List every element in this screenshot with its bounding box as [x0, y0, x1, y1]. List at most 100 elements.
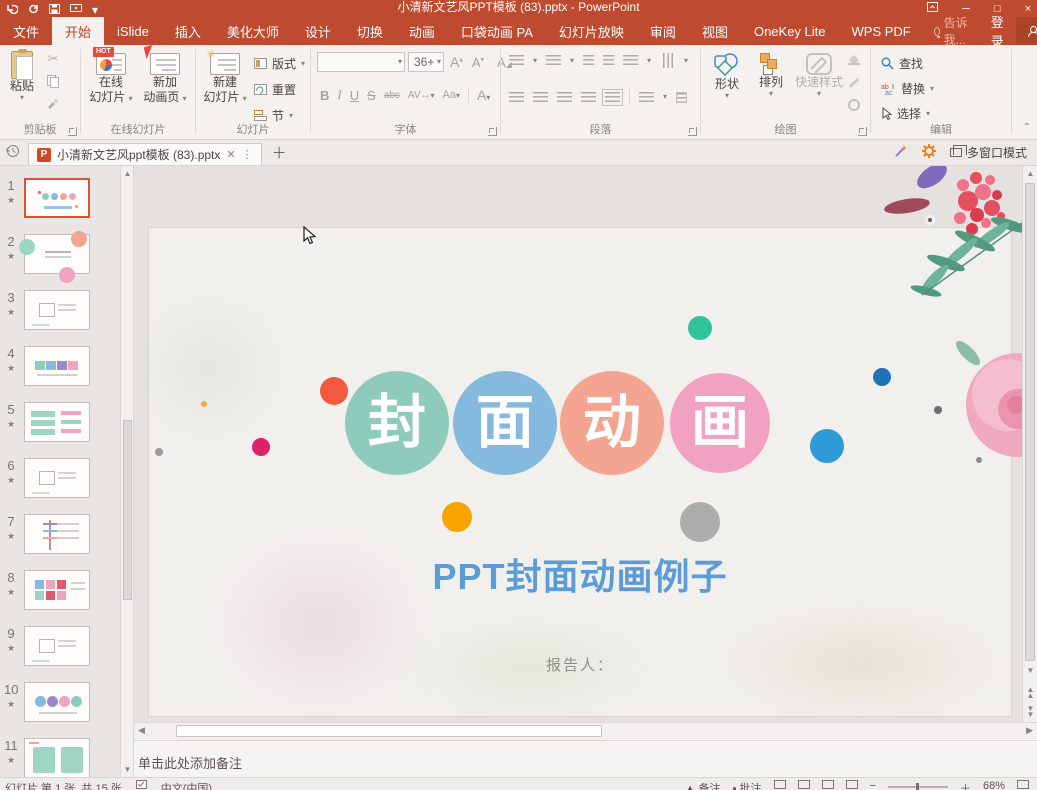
- cover-circle[interactable]: 动: [560, 371, 664, 475]
- slide-thumbnail-4[interactable]: 4★: [0, 346, 120, 394]
- bold-button[interactable]: B: [317, 88, 332, 103]
- zoom-in-icon[interactable]: ＋: [960, 780, 971, 790]
- increase-font-size-icon[interactable]: A▴: [447, 54, 466, 70]
- layout-button[interactable]: 版式▾: [254, 53, 305, 74]
- clipboard-dialog-launcher[interactable]: [68, 127, 77, 136]
- ribbon-tab-transitions[interactable]: 切换: [344, 17, 396, 45]
- find-button[interactable]: 查找: [881, 53, 934, 74]
- notes-toggle[interactable]: ▲ 备注: [685, 780, 721, 790]
- collapse-ribbon-icon[interactable]: ⌃: [1023, 122, 1031, 133]
- slide-thumbnail-2[interactable]: 2★: [0, 234, 120, 282]
- decrease-font-size-icon[interactable]: A▾: [469, 55, 487, 70]
- notes-placeholder[interactable]: 单击此处添加备注: [138, 753, 242, 772]
- reset-button[interactable]: 重置: [254, 79, 305, 100]
- ribbon-tab-view[interactable]: 视图: [689, 17, 741, 45]
- numbering-icon[interactable]: [546, 55, 561, 66]
- horizontal-scrollbar[interactable]: ◀ ▶: [134, 722, 1037, 740]
- font-size-combobox[interactable]: 36+▾: [408, 52, 444, 72]
- scroll-up-icon[interactable]: ▲: [1024, 169, 1037, 178]
- magic-wand-icon[interactable]: [893, 144, 908, 161]
- quick-styles-button[interactable]: 快速样式 ▾: [793, 53, 845, 98]
- italic-button[interactable]: I: [334, 87, 344, 103]
- zoom-level[interactable]: 68%: [983, 780, 1005, 790]
- cover-circle[interactable]: 面: [453, 371, 557, 475]
- thumbnail-preview[interactable]: [24, 570, 90, 610]
- thumbnail-panel-scrollbar[interactable]: ▲ ▼: [120, 166, 134, 777]
- normal-view-icon[interactable]: [774, 780, 786, 789]
- slide-thumbnail-6[interactable]: 6★: [0, 458, 120, 506]
- decorative-dot[interactable]: [688, 316, 712, 340]
- ribbon-tab-home[interactable]: 开始: [52, 17, 104, 45]
- replace-button[interactable]: abac 替换▾: [881, 78, 934, 99]
- shape-fill-icon[interactable]: [847, 53, 861, 68]
- align-left-icon[interactable]: [509, 92, 524, 103]
- thumbnail-preview[interactable]: [24, 458, 90, 498]
- zoom-out-icon[interactable]: −: [870, 780, 876, 790]
- copy-icon[interactable]: [44, 73, 62, 89]
- paste-button[interactable]: 粘贴 ▾: [4, 49, 40, 102]
- share-button[interactable]: 共享: [1016, 17, 1037, 45]
- slide-thumbnail-7[interactable]: 7★: [0, 514, 120, 562]
- distribute-icon[interactable]: [605, 92, 620, 103]
- decorative-dot[interactable]: [442, 502, 472, 532]
- comments-toggle[interactable]: ▪ 批注: [733, 780, 762, 790]
- decorative-dot[interactable]: [155, 448, 163, 456]
- decrease-indent-icon[interactable]: [583, 55, 594, 66]
- cut-icon[interactable]: ✂: [44, 51, 62, 67]
- thumbnail-preview[interactable]: [24, 626, 90, 666]
- presenter-label[interactable]: 报告人：: [149, 654, 1011, 675]
- format-painter-icon[interactable]: [44, 95, 62, 111]
- tell-me-box[interactable]: 告诉我...: [924, 14, 979, 48]
- ribbon-tab-meihua-dashi[interactable]: 美化大师: [214, 17, 292, 45]
- close-document-icon[interactable]: ✕: [226, 148, 235, 161]
- close-icon[interactable]: ×: [1025, 3, 1031, 15]
- slide-thumbnail-9[interactable]: 9★: [0, 626, 120, 674]
- decorative-dot[interactable]: [680, 502, 720, 542]
- settings-gear-icon[interactable]: [922, 144, 936, 161]
- slide-thumbnail-10[interactable]: 10★: [0, 682, 120, 730]
- underline-button[interactable]: U: [347, 88, 362, 103]
- text-shadow-button[interactable]: abc: [381, 90, 403, 101]
- online-slides-button[interactable]: HOT 在线 幻灯片 ▾: [85, 53, 137, 105]
- slide-number-indicator[interactable]: 幻灯片 第 1 张, 共 15 张: [5, 780, 122, 790]
- strikethrough-button[interactable]: S: [364, 88, 379, 103]
- text-direction-icon[interactable]: [662, 53, 673, 68]
- slide-sorter-view-icon[interactable]: [798, 780, 810, 789]
- increase-indent-icon[interactable]: [603, 55, 614, 66]
- ribbon-tab-islide[interactable]: iSlide: [104, 17, 162, 45]
- slide-thumbnail-5[interactable]: 5★: [0, 402, 120, 450]
- ribbon-tab-slideshow[interactable]: 幻灯片放映: [546, 17, 637, 45]
- thumbnail-preview[interactable]: [24, 402, 90, 442]
- slide-editing-canvas[interactable]: PPT封面动画例子 报告人： 封面动画: [134, 166, 1022, 722]
- zoom-slider[interactable]: [888, 786, 948, 788]
- spell-check-icon[interactable]: [136, 780, 147, 790]
- ribbon-tab-design[interactable]: 设计: [292, 17, 344, 45]
- character-spacing-button[interactable]: AV↔▾: [405, 90, 438, 101]
- thumbnail-preview[interactable]: [24, 738, 90, 777]
- new-slide-button[interactable]: ✳ 新建 幻灯片 ▾: [200, 53, 250, 105]
- scroll-down-icon[interactable]: ▼: [1024, 666, 1037, 675]
- multi-window-mode-button[interactable]: 多窗口模式: [950, 144, 1027, 161]
- font-name-combobox[interactable]: ▾: [317, 52, 405, 72]
- thumbnail-preview[interactable]: [24, 514, 90, 554]
- arrange-button[interactable]: 排列 ▾: [751, 53, 791, 98]
- decorative-dot[interactable]: [320, 377, 348, 405]
- thumbnail-preview[interactable]: [24, 346, 90, 386]
- ribbon-tab-onekey-lite[interactable]: OneKey Lite: [741, 17, 839, 45]
- shapes-button[interactable]: 形状 ▾: [707, 53, 747, 100]
- vertical-scrollbar[interactable]: ▲ ▼ ▲▲ ▼▼: [1022, 166, 1037, 722]
- ribbon-tab-insert[interactable]: 插入: [162, 17, 214, 45]
- thumbnail-preview[interactable]: [24, 178, 90, 218]
- justify-icon[interactable]: [581, 92, 596, 103]
- slide-thumbnail-1[interactable]: 1★: [0, 178, 120, 226]
- cover-circle[interactable]: 画: [670, 373, 770, 473]
- document-tab-menu-icon[interactable]: ⋮: [242, 148, 253, 161]
- ribbon-tab-animations[interactable]: 动画: [396, 17, 448, 45]
- decorative-dot[interactable]: [201, 401, 207, 407]
- slide-thumbnail-11[interactable]: 11★: [0, 738, 120, 777]
- ribbon-tab-wps-pdf[interactable]: WPS PDF: [839, 17, 924, 45]
- slideshow-view-icon[interactable]: [846, 780, 858, 789]
- shape-outline-icon[interactable]: [847, 76, 861, 91]
- thumbnail-preview[interactable]: [24, 234, 90, 274]
- columns-icon[interactable]: [639, 92, 654, 103]
